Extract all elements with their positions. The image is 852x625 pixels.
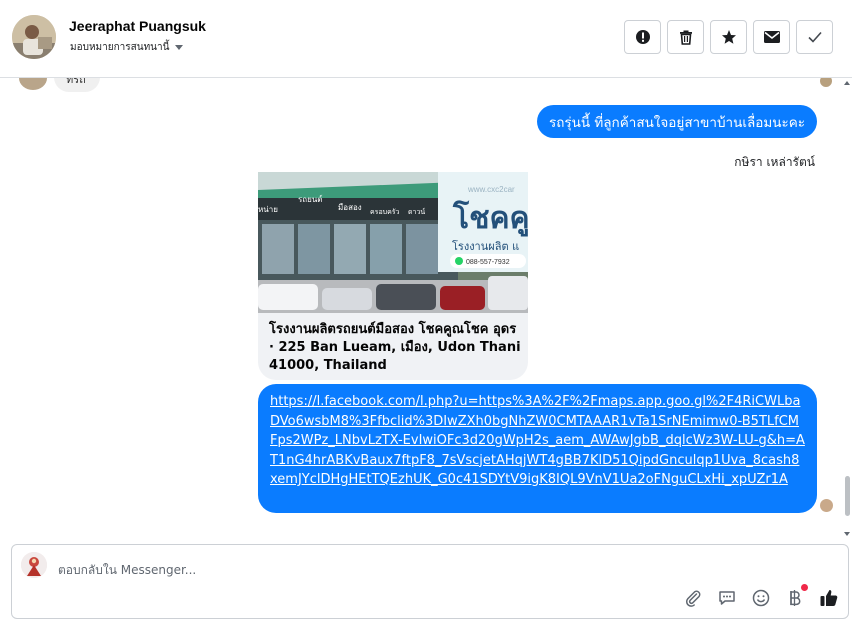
seen-indicator-avatar-bottom: [820, 499, 833, 512]
previous-message-bubble: ทรถ: [54, 78, 100, 92]
emoji-button[interactable]: [750, 587, 772, 609]
paperclip-icon: [685, 590, 701, 607]
link-message-bubble: https://l.facebook.com/l.php?u=https%3A%…: [258, 384, 817, 513]
card-image-sign-5: ดาวน์: [408, 208, 425, 216]
outgoing-message-text: รถรุ่นนี้ ที่ลูกค้าสนใจอยู่สาขาบ้านเลื่อ…: [548, 114, 805, 131]
contact-name[interactable]: Jeeraphat Puangsuk: [69, 18, 206, 34]
message-scrollbar[interactable]: [843, 78, 852, 540]
card-image-sign-2: รถยนต์: [298, 194, 323, 204]
delete-button[interactable]: [667, 20, 704, 54]
message-thread[interactable]: ทรถ รถรุ่นนี้ ที่ลูกค้าสนใจอยู่สาขาบ้านเ…: [0, 78, 852, 540]
page-avatar: [21, 552, 47, 578]
card-image-sign-1: หน่าย: [258, 205, 278, 214]
card-image-sign-4: ครอบครัว: [370, 208, 400, 216]
location-preview-image: www.cxc2car โชคคู โรงงานผลิต แ 088-557-7…: [258, 172, 528, 313]
sender-name: กษิรา เหล่ารัตน์: [734, 155, 815, 169]
location-card[interactable]: www.cxc2car โชคคู โรงงานผลิต แ 088-557-7…: [258, 172, 528, 380]
card-image-phone: 088-557-7932: [466, 259, 510, 266]
scroll-thumb[interactable]: [845, 476, 850, 516]
location-card-title[interactable]: โรงงานผลิตรถยนต์มือสอง โชคคูณโชค อุดร · …: [269, 321, 524, 375]
mark-done-button[interactable]: [796, 20, 833, 54]
like-button[interactable]: [818, 587, 840, 609]
trash-icon: [679, 30, 692, 45]
shared-link[interactable]: https://l.facebook.com/l.php?u=https%3A%…: [270, 392, 805, 490]
assign-label: มอบหมายการสนทนานี้: [70, 42, 170, 53]
outgoing-message-bubble: รถรุ่นนี้ ที่ลูกค้าสนใจอยู่สาขาบ้านเลื่อ…: [536, 105, 817, 138]
contact-avatar[interactable]: [12, 15, 56, 59]
customer-avatar: [19, 78, 47, 90]
card-image-sign-3: มือสอง: [338, 203, 362, 212]
assign-conversation-dropdown[interactable]: มอบหมายการสนทนานี้: [70, 40, 184, 55]
caret-down-icon: [175, 45, 184, 50]
star-icon: [721, 30, 736, 44]
payment-button[interactable]: [784, 584, 808, 609]
composer-tools: [682, 584, 840, 609]
header-actions: [624, 20, 833, 54]
reply-input[interactable]: ตอบกลับใน Messenger...: [58, 561, 196, 580]
alert-icon: [635, 30, 650, 44]
scroll-up-arrow-icon[interactable]: [844, 81, 850, 85]
card-image-banner-sub: โรงงานผลิต แ: [452, 239, 519, 253]
card-image-site-text: www.cxc2car: [467, 185, 515, 194]
reply-composer[interactable]: ตอบกลับใน Messenger...: [11, 544, 849, 619]
baht-payment-icon: [790, 590, 801, 606]
notification-dot: [801, 584, 808, 591]
envelope-icon: [763, 31, 780, 43]
scroll-down-arrow-icon[interactable]: [844, 532, 850, 536]
saved-reply-icon: [719, 591, 735, 605]
mark-spam-button[interactable]: [624, 20, 661, 54]
attach-button[interactable]: [682, 587, 704, 609]
seen-indicator-avatar: [819, 78, 833, 88]
conversation-header: Jeeraphat Puangsuk มอบหมายการสนทนานี้: [0, 0, 852, 78]
saved-reply-button[interactable]: [716, 587, 738, 609]
thumbs-up-icon: [820, 590, 838, 606]
star-button[interactable]: [710, 20, 747, 54]
emoji-icon: [752, 589, 770, 607]
card-image-banner-text: โชคคู: [452, 199, 528, 237]
previous-message-text: ทรถ: [66, 78, 86, 86]
check-icon: [807, 31, 822, 43]
mark-unread-button[interactable]: [753, 20, 790, 54]
